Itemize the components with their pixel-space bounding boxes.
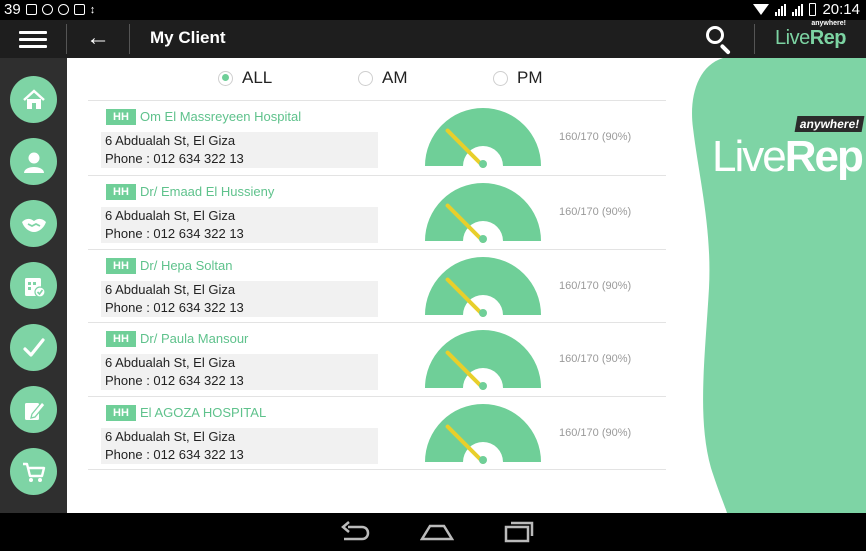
sidebar-item-handshake[interactable] — [10, 200, 57, 247]
client-visit-ratio: 160/170 (90%) — [559, 427, 632, 439]
sidebar-item-approvals[interactable] — [10, 324, 57, 371]
client-contact-box: 6 Abdualah St, El Giza Phone : 012 634 32… — [101, 132, 378, 168]
client-phone: Phone : 012 634 322 13 — [105, 151, 244, 166]
gauge-hub — [479, 160, 487, 168]
home-icon — [22, 88, 45, 109]
gauge-hub — [479, 309, 487, 317]
client-contact-box: 6 Abdualah St, El Giza Phone : 012 634 32… — [101, 281, 378, 317]
gauge-arc — [425, 183, 541, 241]
client-visit-ratio: 160/170 (90%) — [559, 280, 632, 292]
sidebar-item-notes[interactable] — [10, 386, 57, 433]
client-row[interactable]: HH Dr/ Hepa Soltan 6 Abdualah St, El Giza P… — [88, 249, 666, 323]
client-address: 6 Abdualah St, El Giza — [105, 208, 236, 223]
main-content: LiveRep anywhere! ALL AM PM HH Om El Mass… — [67, 58, 866, 513]
gauge-arc — [425, 330, 541, 388]
client-type-badge: HH — [106, 405, 136, 421]
client-contact-box: 6 Abdualah St, El Giza Phone : 012 634 32… — [101, 207, 378, 243]
calendar-check-icon — [24, 277, 46, 298]
client-address: 6 Abdualah St, El Giza — [105, 429, 236, 444]
client-contact-box: 6 Abdualah St, El Giza Phone : 012 634 32… — [101, 428, 378, 464]
progress-gauge — [425, 330, 541, 390]
client-visit-ratio: 160/170 (90%) — [559, 353, 632, 365]
gauge-arc — [425, 257, 541, 315]
divider — [66, 24, 67, 54]
divider — [754, 24, 755, 54]
wifi-icon — [753, 4, 770, 15]
android-icon — [57, 4, 69, 15]
radio-selected-icon — [218, 70, 233, 86]
menu-icon[interactable] — [19, 31, 47, 48]
status-bar: 39 ↕ 20:14 — [0, 0, 866, 20]
handshake-icon — [21, 218, 46, 232]
cart-icon — [22, 462, 45, 482]
client-address: 6 Abdualah St, El Giza — [105, 355, 236, 370]
client-phone: Phone : 012 634 322 13 — [105, 226, 244, 241]
user-icon — [23, 152, 44, 173]
check-icon — [73, 4, 85, 15]
filter-pm[interactable]: PM — [493, 68, 543, 88]
sidebar-item-calendar[interactable] — [10, 262, 57, 309]
checkmark-icon — [22, 337, 45, 357]
progress-gauge — [425, 183, 541, 243]
client-phone: Phone : 012 634 322 13 — [105, 373, 244, 388]
filter-all[interactable]: ALL — [218, 68, 272, 88]
client-contact-box: 6 Abdualah St, El Giza Phone : 012 634 32… — [101, 354, 378, 390]
progress-gauge — [425, 257, 541, 317]
app-logo: LiveRep anywhere! — [775, 20, 847, 49]
brand-logo: LiveRep anywhere! — [712, 116, 866, 182]
progress-gauge — [425, 108, 541, 168]
gauge-arc — [425, 404, 541, 462]
client-name[interactable]: Dr/ Emaad El Hussieny — [140, 184, 274, 199]
client-name[interactable]: Dr/ Hepa Soltan — [140, 258, 233, 273]
notification-count: 39 — [4, 1, 21, 18]
client-phone: Phone : 012 634 322 13 — [105, 447, 244, 462]
divider — [129, 24, 130, 54]
app-bar: ← My Client LiveRep anywhere! — [0, 20, 866, 58]
radio-icon — [493, 70, 508, 86]
page-title: My Client — [150, 28, 226, 47]
battery-icon — [809, 3, 817, 16]
sidebar — [0, 58, 67, 513]
sidebar-item-home[interactable] — [10, 76, 57, 123]
filter-am[interactable]: AM — [358, 68, 408, 88]
search-icon[interactable] — [706, 26, 736, 55]
radio-icon — [358, 70, 373, 86]
signal-icon — [775, 3, 787, 16]
system-nav-bar — [0, 513, 866, 551]
client-type-badge: HH — [106, 331, 136, 347]
signal-icon — [792, 3, 804, 16]
recents-icon[interactable] — [504, 521, 534, 543]
client-type-badge: HH — [106, 184, 136, 200]
home-nav-icon[interactable] — [420, 521, 454, 543]
time-filter: ALL AM PM — [67, 58, 667, 98]
client-type-badge: HH — [106, 258, 136, 274]
client-address: 6 Abdualah St, El Giza — [105, 282, 236, 297]
back-arrow-icon[interactable]: ← — [86, 26, 110, 50]
client-visit-ratio: 160/170 (90%) — [559, 206, 632, 218]
clock: 20:14 — [822, 1, 860, 18]
client-name[interactable]: El AGOZA HOSPITAL — [140, 405, 266, 420]
progress-gauge — [425, 404, 541, 464]
client-phone: Phone : 012 634 322 13 — [105, 300, 244, 315]
usb-icon: ↕ — [89, 3, 96, 16]
image-icon — [25, 4, 37, 15]
circle-icon — [41, 4, 53, 15]
sidebar-item-orders[interactable] — [10, 448, 57, 495]
gauge-hub — [479, 235, 487, 243]
client-type-badge: HH — [106, 109, 136, 125]
sidebar-item-clients[interactable] — [10, 138, 57, 185]
client-row[interactable]: HH Dr/ Emaad El Hussieny 6 Abdualah St, El… — [88, 175, 666, 249]
client-row[interactable]: HH Dr/ Paula Mansour 6 Abdualah St, El Giz… — [88, 322, 666, 396]
gauge-hub — [479, 456, 487, 464]
gauge-arc — [425, 108, 541, 166]
client-row[interactable]: HH El AGOZA HOSPITAL 6 Abdualah St, El Giz… — [88, 396, 666, 470]
client-name[interactable]: Dr/ Paula Mansour — [140, 331, 248, 346]
edit-icon — [24, 400, 46, 420]
client-address: 6 Abdualah St, El Giza — [105, 133, 236, 148]
client-row[interactable]: HH Om El Massreyeen Hospital 6 Abdualah St… — [88, 100, 666, 174]
client-visit-ratio: 160/170 (90%) — [559, 131, 632, 143]
client-name[interactable]: Om El Massreyeen Hospital — [140, 109, 301, 124]
gauge-hub — [479, 382, 487, 390]
back-icon[interactable] — [340, 521, 370, 543]
